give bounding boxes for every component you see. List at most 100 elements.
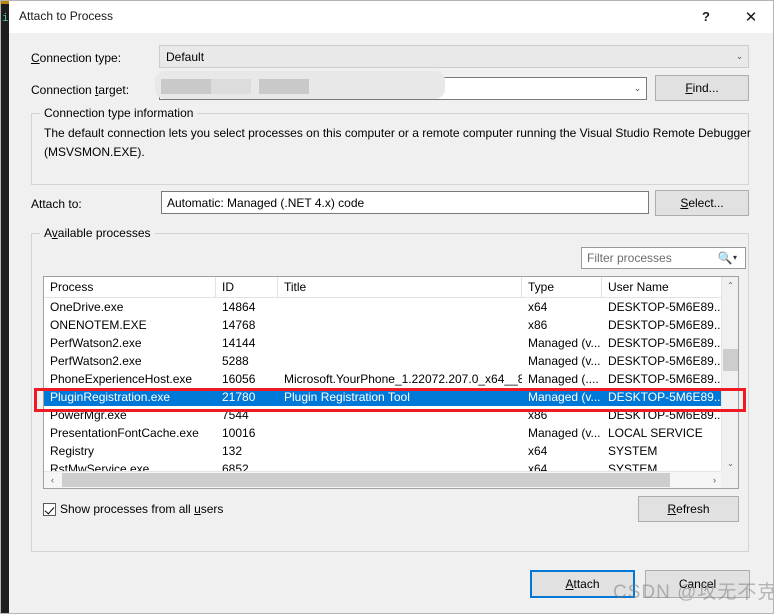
select-button-label: Select...	[680, 196, 724, 210]
cell-id: 16056	[222, 372, 256, 386]
column-header-process[interactable]: Process	[44, 277, 216, 297]
cell-title	[278, 298, 522, 316]
table-row[interactable]: OneDrive.exe 14864 x64 DESKTOP-5M6E89...	[44, 298, 723, 316]
vertical-scrollbar[interactable]: ⌃ ⌄	[721, 277, 738, 472]
scrollbar-corner	[721, 471, 738, 488]
show-all-users-label: Show processes from all users	[60, 502, 224, 516]
chevron-down-icon[interactable]: ▾	[733, 253, 745, 264]
column-header-id[interactable]: ID	[216, 277, 278, 297]
table-row[interactable]: PowerMgr.exe 7544 x86 DESKTOP-5M6E89...	[44, 406, 723, 424]
refresh-button-label: Refresh	[667, 502, 710, 516]
scroll-up-icon[interactable]: ⌃	[722, 277, 738, 294]
cell-user-name: LOCAL SERVICE	[608, 426, 703, 440]
connection-type-combo[interactable]: Default ⌄	[159, 45, 749, 68]
editor-glyph: i	[2, 13, 9, 25]
horizontal-scrollbar-thumb[interactable]	[62, 473, 670, 487]
cell-user-name: DESKTOP-5M6E89...	[608, 300, 723, 314]
checkbox-check-icon[interactable]	[43, 502, 56, 516]
dialog-title-bar: Attach to Process ? ✕	[9, 1, 773, 33]
scroll-down-icon[interactable]: ⌄	[722, 455, 738, 472]
cell-type: x64	[528, 444, 548, 458]
process-list-rows: OneDrive.exe 14864 x64 DESKTOP-5M6E89... ONE…	[44, 298, 723, 472]
cell-type: Managed (v...	[528, 336, 601, 350]
horizontal-scrollbar[interactable]: ‹ ›	[44, 471, 723, 488]
cell-id: 7544	[222, 408, 249, 422]
editor-accent-bar	[1, 1, 9, 4]
column-header-title[interactable]: Title	[278, 277, 522, 297]
cell-type: x64	[528, 300, 548, 314]
cell-user-name: DESKTOP-5M6E89...	[608, 372, 723, 386]
cell-process: PhoneExperienceHost.exe	[50, 372, 193, 386]
table-row[interactable]: PluginRegistration.exe 21780 Plugin Regist…	[44, 388, 723, 406]
cell-type: x86	[528, 318, 548, 332]
cell-id: 132	[222, 444, 243, 458]
cell-type: x86	[528, 408, 548, 422]
table-row[interactable]: PerfWatson2.exe 5288 Managed (v... DESKTOP-…	[44, 352, 723, 370]
connection-type-label: Connection type:	[31, 51, 122, 65]
cell-id: 21780	[222, 390, 256, 404]
cell-id: 10016	[222, 426, 256, 440]
connection-info-group-title: Connection type information	[40, 106, 198, 120]
dialog-title: Attach to Process	[19, 9, 114, 23]
cell-type: Managed (v...	[528, 390, 601, 404]
cell-user-name: DESKTOP-5M6E89...	[608, 336, 723, 350]
cell-title	[278, 424, 522, 442]
dialog-body: Connection type: Default ⌄ Connection ta…	[9, 33, 773, 613]
table-row[interactable]: PhoneExperienceHost.exe 16056 Microsoft.Yo…	[44, 370, 723, 388]
table-row[interactable]: PerfWatson2.exe 14144 Managed (v... DESKTOP…	[44, 334, 723, 352]
cell-id: 14144	[222, 336, 256, 350]
select-button[interactable]: Select...	[655, 190, 749, 216]
column-header-user-name[interactable]: User Name	[602, 277, 723, 297]
cell-process: Registry	[50, 444, 95, 458]
search-icon[interactable]: 🔍	[717, 251, 733, 265]
cell-process: PresentationFontCache.exe	[50, 426, 199, 440]
attach-to-value: Automatic: Managed (.NET 4.x) code	[167, 195, 365, 210]
cell-user-name: DESKTOP-5M6E89...	[608, 354, 723, 368]
attach-to-field[interactable]: Automatic: Managed (.NET 4.x) code	[161, 191, 649, 214]
filter-input[interactable]: Filter processes 🔍 ▾	[581, 247, 746, 269]
find-button[interactable]: Find...	[655, 75, 749, 101]
find-button-label: Find...	[685, 81, 719, 95]
cell-process: OneDrive.exe	[50, 300, 124, 314]
process-list[interactable]: Process ID Title Type User Name OneDrive…	[43, 276, 739, 489]
connection-type-value: Default	[166, 49, 205, 64]
cell-id: 14768	[222, 318, 256, 332]
chevron-down-icon: ⌄	[735, 51, 744, 61]
cell-title: Microsoft.YourPhone_1.22072.207.0_x64__8…	[284, 372, 522, 386]
column-header-type[interactable]: Type	[522, 277, 602, 297]
cell-user-name: DESKTOP-5M6E89...	[608, 390, 723, 404]
close-icon[interactable]: ✕	[730, 1, 772, 32]
cell-id: 5288	[222, 354, 249, 368]
connection-info-text: The default connection lets you select p…	[44, 126, 751, 159]
cell-title	[278, 352, 522, 370]
attach-button-label: Attach	[565, 577, 600, 591]
filter-placeholder: Filter processes	[587, 251, 672, 265]
help-icon[interactable]: ?	[685, 1, 727, 32]
redaction-block	[211, 79, 251, 94]
available-processes-group: Available processes Filter processes 🔍 ▾…	[31, 226, 749, 552]
cell-title	[278, 316, 522, 334]
connection-target-label: Connection target:	[31, 83, 130, 97]
cell-type: Managed (....	[528, 372, 599, 386]
background-editor-sliver: i	[1, 1, 9, 613]
cell-user-name: DESKTOP-5M6E89...	[608, 408, 723, 422]
cell-user-name: DESKTOP-5M6E89...	[608, 318, 723, 332]
vertical-scrollbar-thumb[interactable]	[723, 349, 738, 371]
show-all-users-checkbox[interactable]: Show processes from all users	[43, 502, 223, 516]
chevron-down-icon: ⌄	[633, 83, 642, 93]
cell-title	[278, 442, 522, 460]
table-row[interactable]: Registry 132 x64 SYSTEM	[44, 442, 723, 460]
cell-user-name: SYSTEM	[608, 444, 658, 458]
table-row[interactable]: ONENOTEM.EXE 14768 x86 DESKTOP-5M6E89...	[44, 316, 723, 334]
redaction-block	[161, 79, 211, 94]
table-row[interactable]: PresentationFontCache.exe 10016 Managed (v…	[44, 424, 723, 442]
cell-title	[278, 334, 522, 352]
watermark: CSDN @攻无不克	[613, 582, 774, 603]
process-list-header: Process ID Title Type User Name	[44, 277, 738, 298]
refresh-button[interactable]: Refresh	[638, 496, 739, 522]
scroll-left-icon[interactable]: ‹	[44, 472, 61, 488]
cell-process: PluginRegistration.exe	[50, 390, 171, 404]
attach-to-process-dialog: i Attach to Process ? ✕ Connection type:…	[0, 0, 774, 614]
cell-process: PerfWatson2.exe	[50, 354, 142, 368]
redaction-block	[259, 79, 309, 94]
